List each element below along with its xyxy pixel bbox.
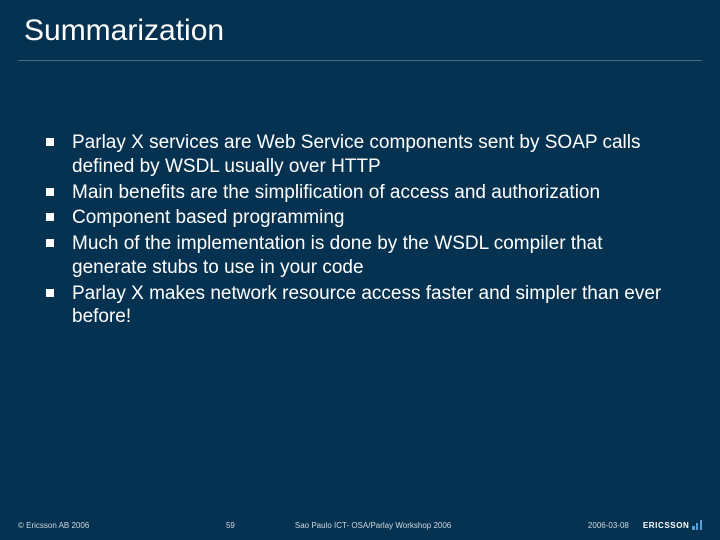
slide-title: Summarization	[24, 14, 700, 48]
bullet-item: Parlay X services are Web Service compon…	[44, 131, 680, 179]
logo-wordmark: ERICSSON	[643, 521, 690, 530]
title-area: Summarization	[0, 0, 720, 56]
bullet-list: Parlay X services are Web Service compon…	[44, 131, 680, 329]
footer: © Ericsson AB 2006 59 Sao Paulo ICT- OSA…	[0, 520, 720, 530]
footer-copyright: © Ericsson AB 2006	[18, 521, 89, 530]
footer-page-number: 59	[226, 521, 235, 530]
footer-event: Sao Paulo ICT- OSA/Parlay Workshop 2006	[295, 521, 451, 530]
ericsson-logo: ERICSSON	[643, 520, 702, 530]
footer-date: 2006-03-08	[588, 521, 629, 530]
logo-bars-icon	[692, 520, 702, 530]
bullet-item: Parlay X makes network resource access f…	[44, 282, 680, 330]
content-area: Parlay X services are Web Service compon…	[0, 61, 720, 329]
bullet-item: Much of the implementation is done by th…	[44, 232, 680, 280]
bullet-item: Main benefits are the simplification of …	[44, 181, 680, 205]
bullet-item: Component based programming	[44, 206, 680, 230]
